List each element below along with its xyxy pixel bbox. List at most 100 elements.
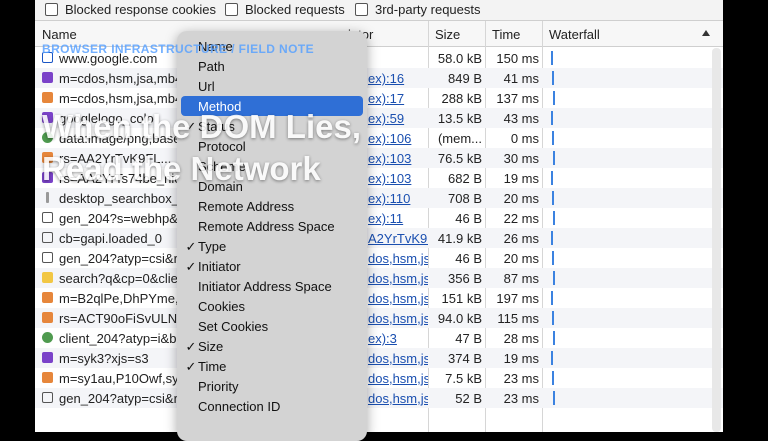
request-initiator[interactable]: ex):3 xyxy=(368,331,428,346)
waterfall-bar xyxy=(552,311,554,325)
request-size: 46 B xyxy=(455,211,482,226)
request-row[interactable]: data:image/png;base ex):106 (mem... 0 ms xyxy=(35,128,723,148)
menu-item-label: Set Cookies xyxy=(198,319,269,334)
request-time: 41 ms xyxy=(503,71,539,86)
request-time: 20 ms xyxy=(503,251,539,266)
request-initiator[interactable]: dos,hsm,jsa xyxy=(368,371,428,386)
menu-item-label: Url xyxy=(198,79,215,94)
menu-item-set-cookies[interactable]: Set Cookies xyxy=(181,316,363,336)
menu-item-path[interactable]: Path xyxy=(181,56,363,76)
request-row[interactable]: m=syk3?xjs=s3dos,hsm,jsa374 B19 ms xyxy=(35,348,723,368)
checkmark-icon: ✓ xyxy=(185,339,197,354)
waterfall-bar xyxy=(552,71,554,85)
menu-item-initiator[interactable]: ✓ Initiator xyxy=(181,256,363,276)
request-initiator[interactable]: dos,hsm,jsa xyxy=(368,271,428,286)
request-time: 137 ms xyxy=(496,91,539,106)
request-time: 43 ms xyxy=(503,111,539,126)
request-time: 19 ms xyxy=(503,351,539,366)
filter-label: 3rd-party requests xyxy=(375,2,481,17)
menu-item-label: Path xyxy=(198,59,225,74)
request-time: 197 ms xyxy=(496,291,539,306)
checkmark-icon: ✓ xyxy=(185,359,197,374)
menu-item-time[interactable]: ✓ Time xyxy=(181,356,363,376)
request-initiator[interactable]: A2YrTvK9F xyxy=(368,231,428,246)
request-initiator[interactable]: dos,hsm,jsa xyxy=(368,311,428,326)
request-size: 682 B xyxy=(448,171,482,186)
menu-item-label: Scheme xyxy=(198,159,246,174)
waterfall-bar xyxy=(553,391,555,405)
waterfall-bar xyxy=(551,351,553,365)
request-row[interactable]: m=B2qlPe,DhPYme,Gdos,hsm,jsa151 kB197 ms xyxy=(35,288,723,308)
waterfall-bar xyxy=(553,211,555,225)
filter-blocked-requests[interactable]: Blocked requests xyxy=(225,2,345,17)
column-header-time[interactable]: Time xyxy=(492,27,520,42)
request-row[interactable]: client_204?atyp=i&b ex):3 47 B 28 ms xyxy=(35,328,723,348)
request-row[interactable]: gen_204?s=webhp& ex):11 46 B 22 ms xyxy=(35,208,723,228)
request-row[interactable]: googlelogo_colo ex):59 13.5 kB 43 ms xyxy=(35,108,723,128)
menu-item-initiator-address-space[interactable]: Initiator Address Space xyxy=(181,276,363,296)
filter-blocked-response-cookies[interactable]: Blocked response cookies xyxy=(45,2,216,17)
menu-item-url[interactable]: Url xyxy=(181,76,363,96)
request-row[interactable]: gen_204?atyp=csi&rdos,hsm,jsa52 B23 ms xyxy=(35,388,723,408)
checkbox-icon[interactable] xyxy=(355,3,368,16)
request-initiator[interactable]: dos,hsm,jsa xyxy=(368,251,428,266)
checkbox-icon[interactable] xyxy=(45,3,58,16)
column-header-size[interactable]: Size xyxy=(435,27,460,42)
menu-item-type[interactable]: ✓ Type xyxy=(181,236,363,256)
menu-item-remote-address[interactable]: Remote Address xyxy=(181,196,363,216)
waterfall-bar xyxy=(551,111,553,125)
scrollbar[interactable] xyxy=(712,48,721,432)
menu-item-protocol[interactable]: Protocol xyxy=(181,136,363,156)
menu-item-size[interactable]: ✓ Size xyxy=(181,336,363,356)
request-initiator[interactable]: dos,hsm,jsa xyxy=(368,291,428,306)
request-initiator[interactable]: ex):106 xyxy=(368,131,428,146)
menu-item-priority[interactable]: Priority xyxy=(181,376,363,396)
request-size: 356 B xyxy=(448,271,482,286)
request-size: 151 kB xyxy=(441,291,482,306)
waterfall-bar xyxy=(551,291,553,305)
menu-item-label: Size xyxy=(198,339,224,354)
request-row[interactable]: cb=gapi.loaded_0A2YrTvK9F41.9 kB26 ms xyxy=(35,228,723,248)
menu-item-remote-address-space[interactable]: Remote Address Space xyxy=(181,216,363,236)
request-initiator[interactable]: ex):59 xyxy=(368,111,428,126)
menu-item-connection-id[interactable]: Connection ID xyxy=(181,396,363,416)
request-initiator[interactable]: ex):16 xyxy=(368,71,428,86)
request-row[interactable]: www.google.com 58.0 kB 150 ms xyxy=(35,48,723,68)
request-row[interactable]: rs=ACT90oFiSvULNodos,hsm,jsa94.0 kB115 m… xyxy=(35,308,723,328)
script-type-icon xyxy=(42,112,53,123)
request-size: 58.0 kB xyxy=(437,51,482,66)
filter-third-party-requests[interactable]: 3rd-party requests xyxy=(355,2,481,17)
menu-item-scheme[interactable]: Scheme xyxy=(181,156,363,176)
request-row[interactable]: rs=AA2YrTvK9FL... ex):103 76.5 kB 30 ms xyxy=(35,148,723,168)
request-row[interactable]: rs=AA2YrTs74be_nio ex):103 682 B 19 ms xyxy=(35,168,723,188)
request-initiator[interactable]: dos,hsm,jsa xyxy=(368,351,428,366)
request-row[interactable]: m=cdos,hsm,jsa,mb4 ex):17 288 kB 137 ms xyxy=(35,88,723,108)
column-header-name[interactable]: Name xyxy=(42,27,77,42)
menu-item-status[interactable]: ✓ Status xyxy=(181,116,363,136)
sort-ascending-icon[interactable] xyxy=(702,30,710,36)
checkbox-icon[interactable] xyxy=(225,3,238,16)
request-row[interactable]: desktop_searchbox_ ex):110 708 B 20 ms xyxy=(35,188,723,208)
request-row[interactable]: m=cdos,hsm,jsa,mb4 ex):16 849 B 41 ms xyxy=(35,68,723,88)
request-initiator[interactable]: ex):103 xyxy=(368,151,428,166)
request-initiator[interactable]: ex):103 xyxy=(368,171,428,186)
request-initiator[interactable]: ex):11 xyxy=(368,211,428,226)
menu-item-label: Type xyxy=(198,239,227,254)
request-row[interactable]: gen_204?atyp=csi&rdos,hsm,jsa46 B20 ms xyxy=(35,248,723,268)
request-row[interactable]: m=sy1au,P10Owf,syddos,hsm,jsa7.5 kB23 ms xyxy=(35,368,723,388)
request-initiator[interactable]: ex):17 xyxy=(368,91,428,106)
menu-item-cookies[interactable]: Cookies xyxy=(181,296,363,316)
request-time: 0 ms xyxy=(510,131,539,146)
waterfall-bar xyxy=(551,171,553,185)
menu-item-label: Domain xyxy=(198,179,243,194)
waterfall-bar xyxy=(551,231,553,245)
menu-item-label: Initiator xyxy=(198,259,241,274)
request-initiator[interactable]: dos,hsm,jsa xyxy=(368,391,428,406)
request-initiator[interactable]: ex):110 xyxy=(368,191,428,206)
column-header-waterfall[interactable]: Waterfall xyxy=(549,27,600,42)
request-row[interactable]: search?q&cp=0&cliedos,hsm,jsa356 B87 ms xyxy=(35,268,723,288)
menu-item-name[interactable]: Name xyxy=(181,36,363,56)
filter-bar: Blocked response cookies Blocked request… xyxy=(35,0,723,21)
menu-item-method[interactable]: Method xyxy=(181,96,363,116)
menu-item-domain[interactable]: Domain xyxy=(181,176,363,196)
